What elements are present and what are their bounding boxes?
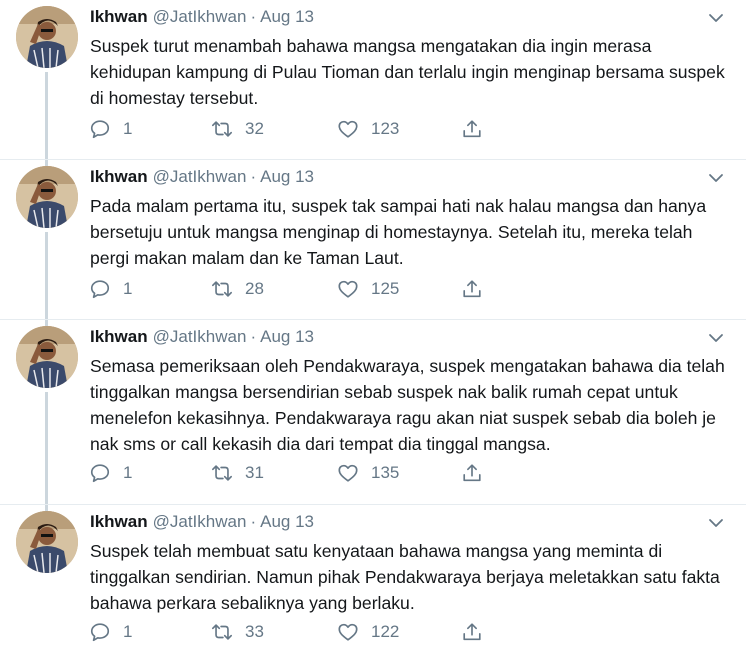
- thread-connector-line: [45, 392, 48, 505]
- reply-icon: [90, 280, 110, 299]
- reply-count: 1: [123, 463, 133, 482]
- author-handle[interactable]: @JatIkhwan: [153, 7, 247, 26]
- share-button[interactable]: [461, 277, 483, 301]
- retweet-button[interactable]: 31: [211, 461, 264, 485]
- thread-connector-line: [45, 72, 48, 160]
- reply-button[interactable]: 1: [89, 620, 132, 644]
- author-name[interactable]: Ikhwan: [90, 327, 148, 346]
- tweet-header: Ikhwan @JatIkhwan · Aug 13: [90, 7, 314, 27]
- tweet-header: Ikhwan @JatIkhwan · Aug 13: [90, 167, 314, 187]
- tweet-date[interactable]: Aug 13: [260, 512, 314, 531]
- reply-icon: [90, 623, 110, 642]
- avatar[interactable]: [16, 166, 78, 228]
- retweet-icon: [212, 121, 232, 137]
- heart-icon: [338, 623, 358, 641]
- tweet-header: Ikhwan @JatIkhwan · Aug 13: [90, 327, 314, 347]
- heart-icon: [338, 464, 358, 482]
- reply-icon: [90, 464, 110, 483]
- separator-dot: ·: [250, 167, 257, 186]
- share-button[interactable]: [461, 461, 483, 485]
- like-button[interactable]: 135: [337, 461, 399, 485]
- separator-dot: ·: [250, 7, 257, 26]
- retweet-button[interactable]: 33: [211, 620, 264, 644]
- like-button[interactable]: 122: [337, 620, 399, 644]
- thread-connector-line: [45, 232, 48, 320]
- tweet-date[interactable]: Aug 13: [260, 327, 314, 346]
- tweet-actions: 1 33 122: [89, 620, 509, 644]
- reply-icon: [90, 120, 110, 139]
- share-icon: [463, 623, 481, 641]
- author-handle[interactable]: @JatIkhwan: [153, 512, 247, 531]
- tweet-date[interactable]: Aug 13: [260, 167, 314, 186]
- tweet-actions: 1 28 125: [89, 277, 509, 301]
- author-handle[interactable]: @JatIkhwan: [153, 167, 247, 186]
- tweet-header: Ikhwan @JatIkhwan · Aug 13: [90, 512, 314, 532]
- separator-dot: ·: [250, 512, 257, 531]
- retweet-icon: [212, 465, 232, 481]
- chevron-down-icon[interactable]: [708, 12, 724, 24]
- retweet-button[interactable]: 32: [211, 117, 264, 141]
- retweet-button[interactable]: 28: [211, 277, 264, 301]
- tweet-text: Suspek turut menambah bahawa mangsa meng…: [90, 36, 725, 108]
- reply-count: 1: [123, 119, 133, 138]
- tweet[interactable]: Ikhwan @JatIkhwan · Aug 13 Pada malam perta…: [0, 160, 746, 320]
- share-icon: [463, 464, 481, 482]
- tweet-text: Semasa pemeriksaan oleh Pendakwaraya, su…: [90, 356, 725, 454]
- reply-count: 1: [123, 279, 133, 298]
- retweet-count: 31: [245, 463, 264, 482]
- avatar[interactable]: [16, 6, 78, 68]
- avatar[interactable]: [16, 326, 78, 388]
- heart-icon: [338, 280, 358, 298]
- share-button[interactable]: [461, 620, 483, 644]
- share-icon: [463, 280, 481, 298]
- share-button[interactable]: [461, 117, 483, 141]
- reply-button[interactable]: 1: [89, 117, 132, 141]
- reply-button[interactable]: 1: [89, 461, 132, 485]
- tweet[interactable]: Ikhwan @JatIkhwan · Aug 13 Semasa pemeriksa…: [0, 320, 746, 505]
- tweet-thread: Ikhwan @JatIkhwan · Aug 13 Suspek turut men…: [0, 0, 746, 651]
- tweet-text: Pada malam pertama itu, suspek tak sampa…: [90, 196, 707, 268]
- author-name[interactable]: Ikhwan: [90, 512, 148, 531]
- tweet-actions: 1 32 123: [89, 117, 509, 141]
- share-icon: [463, 120, 481, 138]
- avatar[interactable]: [16, 511, 78, 573]
- author-name[interactable]: Ikhwan: [90, 7, 148, 26]
- retweet-icon: [212, 281, 232, 297]
- tweet-date[interactable]: Aug 13: [260, 7, 314, 26]
- retweet-count: 28: [245, 279, 264, 298]
- author-name[interactable]: Ikhwan: [90, 167, 148, 186]
- tweet-text: Suspek telah membuat satu kenyataan baha…: [90, 541, 720, 613]
- like-count: 125: [371, 279, 400, 298]
- tweet[interactable]: Ikhwan @JatIkhwan · Aug 13 Suspek turut men…: [0, 0, 746, 160]
- chevron-down-icon[interactable]: [708, 332, 724, 344]
- like-button[interactable]: 125: [337, 277, 399, 301]
- reply-count: 1: [123, 622, 133, 641]
- author-handle[interactable]: @JatIkhwan: [153, 327, 247, 346]
- separator-dot: ·: [250, 327, 257, 346]
- retweet-icon: [212, 624, 232, 640]
- retweet-count: 33: [245, 622, 264, 641]
- tweet[interactable]: Ikhwan @JatIkhwan · Aug 13 Suspek telah mem…: [0, 505, 746, 651]
- heart-icon: [338, 120, 358, 138]
- retweet-count: 32: [245, 119, 264, 138]
- like-button[interactable]: 123: [337, 117, 399, 141]
- like-count: 135: [371, 463, 400, 482]
- like-count: 123: [371, 119, 400, 138]
- chevron-down-icon[interactable]: [708, 517, 724, 529]
- tweet-actions: 1 31 135: [89, 461, 509, 485]
- reply-button[interactable]: 1: [89, 277, 132, 301]
- chevron-down-icon[interactable]: [708, 172, 724, 184]
- like-count: 122: [371, 622, 400, 641]
